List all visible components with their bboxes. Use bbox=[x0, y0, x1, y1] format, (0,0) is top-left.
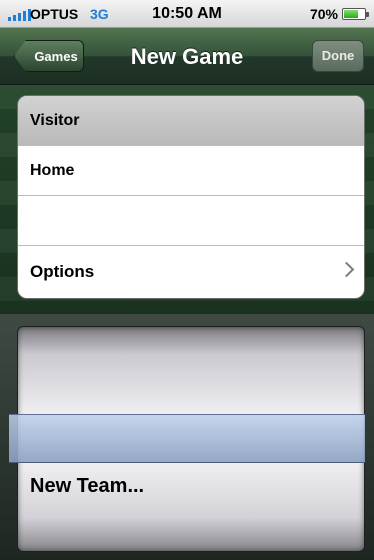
chevron-right-icon bbox=[338, 261, 355, 278]
row-home[interactable]: Home bbox=[18, 146, 364, 196]
navigation-bar: New Game Games Done bbox=[0, 28, 374, 85]
picker-option-new-team[interactable]: New Team... bbox=[30, 475, 144, 498]
row-label: Home bbox=[30, 161, 75, 179]
done-button[interactable]: Done bbox=[312, 40, 364, 72]
battery-icon bbox=[342, 8, 369, 20]
row-empty[interactable] bbox=[18, 196, 364, 246]
back-button-games[interactable]: Games bbox=[14, 40, 84, 72]
battery-percent: 70% bbox=[309, 6, 338, 22]
row-label: Options bbox=[30, 262, 95, 281]
row-options[interactable]: Options bbox=[18, 247, 364, 297]
game-settings-table: Visitor Home Options bbox=[17, 95, 365, 299]
picker-selection-indicator bbox=[9, 414, 365, 463]
status-bar: OPTUS 3G 10:50 AM 70% bbox=[0, 0, 374, 28]
row-label: Visitor bbox=[30, 111, 80, 129]
row-visitor[interactable]: Visitor bbox=[18, 96, 364, 146]
